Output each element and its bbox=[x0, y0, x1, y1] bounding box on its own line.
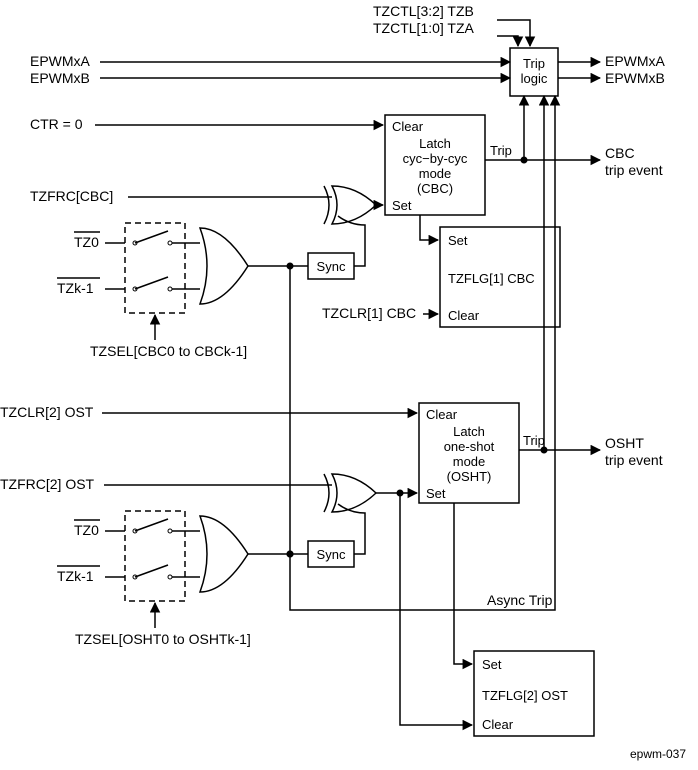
epwmxa-out-label: EPWMxA bbox=[605, 53, 666, 69]
tzctl-a-label: TZCTL[1:0] TZA bbox=[373, 20, 475, 36]
switch-icon bbox=[133, 231, 172, 291]
osht-event-l1: OSHT bbox=[605, 435, 644, 451]
osht-trip-label: Trip bbox=[523, 433, 545, 448]
cbc-event-l1: CBC bbox=[605, 145, 635, 161]
tzflg-ost-name: TZFLG[2] OST bbox=[482, 688, 568, 703]
cbc-clear-label: Clear bbox=[392, 119, 424, 134]
or-gate-icon bbox=[200, 228, 248, 304]
cbc-trip-label: Trip bbox=[490, 143, 512, 158]
cbc-tzk-label: TZk-1 bbox=[57, 280, 94, 296]
epwmxb-in-label: EPWMxB bbox=[30, 70, 90, 86]
async-trip-label: Async Trip bbox=[487, 592, 553, 608]
epwmxa-in-label: EPWMxA bbox=[30, 53, 91, 69]
tzctl-b-label: TZCTL[3:2] TZB bbox=[373, 3, 474, 19]
tzflg-ost-set: Set bbox=[482, 657, 502, 672]
cbc-tzsel-label: TZSEL[CBC0 to CBCk-1] bbox=[90, 343, 247, 359]
osht-latch-l3: mode bbox=[453, 454, 486, 469]
osht-clear-label: Clear bbox=[426, 407, 458, 422]
trip-logic-l2: logic bbox=[521, 71, 548, 86]
osht-tz0-label: TZ0 bbox=[74, 522, 99, 538]
tzclr-ost-label: TZCLR[2] OST bbox=[0, 404, 94, 420]
cbc-latch-l3: mode bbox=[419, 166, 452, 181]
cbc-latch-l2: cyc−by-cyc bbox=[403, 151, 468, 166]
cbc-set-label: Set bbox=[392, 198, 412, 213]
osht-latch-l4: (OSHT) bbox=[447, 469, 492, 484]
tzflg-ost-clear: Clear bbox=[482, 717, 514, 732]
ctr0-label: CTR = 0 bbox=[30, 116, 83, 132]
or-gate-icon bbox=[200, 516, 248, 592]
cbc-tz0-label: TZ0 bbox=[74, 234, 99, 250]
or-gate-icon bbox=[324, 474, 376, 512]
osht-sync-label: Sync bbox=[317, 547, 346, 562]
cbc-event-l2: trip event bbox=[605, 162, 663, 178]
epwmxb-out-label: EPWMxB bbox=[605, 70, 665, 86]
cbc-latch-l1: Latch bbox=[419, 136, 451, 151]
osht-tzk-label: TZk-1 bbox=[57, 568, 94, 584]
cbc-sync-label: Sync bbox=[317, 259, 346, 274]
trip-logic-l1: Trip bbox=[523, 56, 545, 71]
tzflg-cbc-clear: Clear bbox=[448, 308, 480, 323]
osht-latch-l1: Latch bbox=[453, 424, 485, 439]
switch-icon bbox=[133, 519, 172, 579]
tzfrc-cbc-label: TZFRC[CBC] bbox=[30, 188, 113, 204]
cbc-latch-l4: (CBC) bbox=[417, 181, 453, 196]
figure-ref: epwm-037 bbox=[630, 747, 686, 761]
osht-latch-l2: one-shot bbox=[444, 439, 495, 454]
tzfrc-ost-label: TZFRC[2] OST bbox=[0, 476, 95, 492]
osht-set-label: Set bbox=[426, 486, 446, 501]
tzclr-cbc-label: TZCLR[1] CBC bbox=[322, 305, 416, 321]
or-gate-icon bbox=[324, 186, 376, 224]
osht-event-l2: trip event bbox=[605, 452, 663, 468]
tzflg-cbc-set: Set bbox=[448, 233, 468, 248]
tzflg-cbc-name: TZFLG[1] CBC bbox=[448, 271, 535, 286]
osht-tzsel-label: TZSEL[OSHT0 to OSHTk-1] bbox=[75, 631, 251, 647]
